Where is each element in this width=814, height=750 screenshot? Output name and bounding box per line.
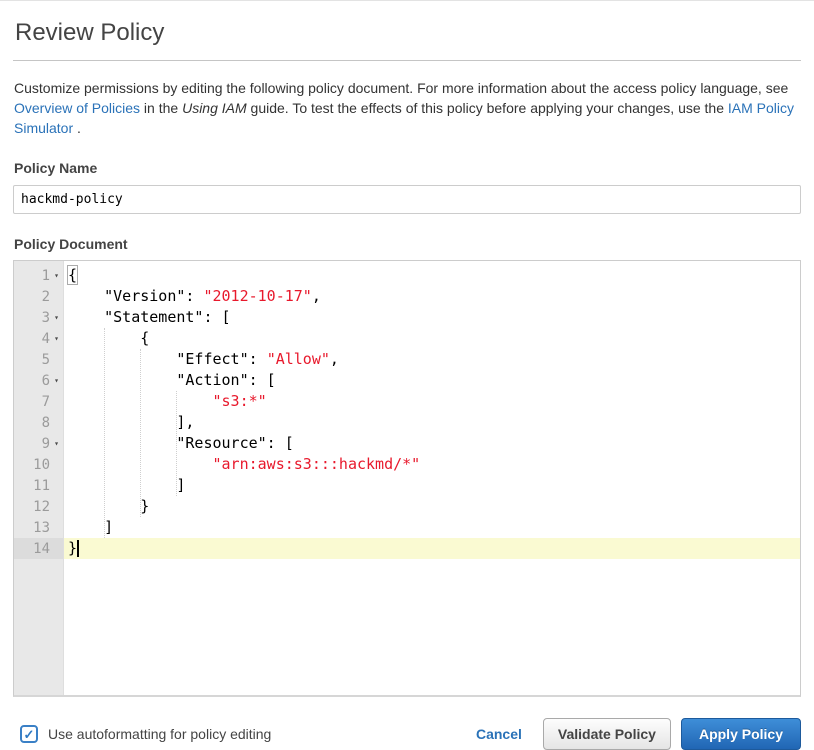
code-token: , — [330, 350, 339, 368]
autoformat-checkbox[interactable]: ✓ — [20, 725, 38, 743]
line-number: 1 — [42, 268, 50, 284]
code-token — [68, 455, 213, 473]
cancel-link[interactable]: Cancel — [476, 726, 522, 742]
gutter-line-number: 3▾ — [14, 307, 63, 328]
intro-part-4: . — [73, 120, 81, 136]
code-line: ] — [64, 475, 800, 496]
editor-gutter: 1▾23▾4▾56▾789▾1011121314 — [14, 261, 64, 695]
code-line: "s3:*" — [64, 391, 800, 412]
line-number: 9 — [42, 436, 50, 452]
intro-text: Customize permissions by editing the fol… — [14, 78, 801, 138]
code-token: } — [68, 539, 77, 557]
line-number: 14 — [33, 541, 50, 557]
policy-name-label: Policy Name — [14, 160, 801, 176]
code-token: ] — [68, 518, 113, 536]
policy-name-input[interactable] — [13, 185, 801, 214]
line-number: 10 — [33, 457, 50, 473]
code-string-token: "Allow" — [267, 350, 330, 368]
overview-of-policies-link[interactable]: Overview of Policies — [14, 100, 140, 116]
gutter-line-number: 7 — [14, 391, 63, 412]
line-number: 3 — [42, 310, 50, 326]
policy-document-label: Policy Document — [14, 236, 801, 252]
code-token: } — [68, 497, 149, 515]
gutter-line-number: 12 — [14, 496, 63, 517]
gutter-line-number: 5 — [14, 349, 63, 370]
line-number: 13 — [33, 520, 50, 536]
code-token — [68, 392, 213, 410]
line-number: 7 — [42, 394, 50, 410]
text-cursor — [77, 540, 79, 557]
code-string-token: "s3:*" — [213, 392, 267, 410]
code-token: "Version": — [68, 287, 203, 305]
gutter-line-number: 11 — [14, 475, 63, 496]
code-token: "Action": [ — [68, 371, 276, 389]
gutter-line-number: 9▾ — [14, 433, 63, 454]
code-line: "Action": [ — [64, 370, 800, 391]
gutter-line-number: 4▾ — [14, 328, 63, 349]
line-number: 2 — [42, 289, 50, 305]
fold-toggle-icon[interactable]: ▾ — [50, 370, 63, 391]
editor-code[interactable]: { "Version": "2012-10-17", "Statement": … — [64, 261, 800, 695]
line-number: 4 — [42, 331, 50, 347]
code-token: { — [68, 329, 149, 347]
fold-toggle-icon[interactable]: ▾ — [50, 307, 63, 328]
code-line: "Resource": [ — [64, 433, 800, 454]
apply-policy-button[interactable]: Apply Policy — [681, 718, 801, 750]
code-token: { — [67, 265, 78, 285]
code-line: "arn:aws:s3:::hackmd/*" — [64, 454, 800, 475]
fold-toggle-icon[interactable]: ▾ — [50, 433, 63, 454]
code-line: "Version": "2012-10-17", — [64, 286, 800, 307]
line-number: 12 — [33, 499, 50, 515]
gutter-line-number: 2 — [14, 286, 63, 307]
fold-toggle-icon[interactable]: ▾ — [50, 265, 63, 286]
gutter-line-number: 13 — [14, 517, 63, 538]
title-divider — [13, 60, 801, 61]
line-number: 8 — [42, 415, 50, 431]
code-line: "Effect": "Allow", — [64, 349, 800, 370]
footer-actions: Cancel Validate Policy Apply Policy — [476, 718, 801, 750]
footer-bar: ✓ Use autoformatting for policy editing … — [13, 718, 801, 750]
code-line: ], — [64, 412, 800, 433]
code-line: { — [64, 265, 800, 286]
validate-policy-button[interactable]: Validate Policy — [543, 718, 671, 750]
code-line: } — [64, 496, 800, 517]
code-line: } — [64, 538, 800, 559]
code-token: ] — [68, 476, 185, 494]
intro-part-3: guide. To test the effects of this polic… — [247, 100, 728, 116]
autoformat-checkbox-wrap[interactable]: ✓ Use autoformatting for policy editing — [20, 725, 271, 743]
code-string-token: "arn:aws:s3:::hackmd/*" — [213, 455, 421, 473]
policy-document-editor[interactable]: 1▾23▾4▾56▾789▾1011121314 { "Version": "2… — [13, 260, 801, 697]
code-token: "Resource": [ — [68, 434, 294, 452]
code-line: "Statement": [ — [64, 307, 800, 328]
page-title: Review Policy — [15, 19, 801, 60]
code-line: ] — [64, 517, 800, 538]
code-token: "Statement": [ — [68, 308, 231, 326]
gutter-line-number: 14 — [14, 538, 63, 559]
gutter-line-number: 10 — [14, 454, 63, 475]
intro-part-1: Customize permissions by editing the fol… — [14, 80, 788, 96]
code-token: "Effect": — [68, 350, 267, 368]
line-number: 11 — [33, 478, 50, 494]
intro-part-2: in the — [140, 100, 182, 116]
gutter-line-number: 8 — [14, 412, 63, 433]
autoformat-checkbox-label: Use autoformatting for policy editing — [48, 726, 271, 742]
gutter-line-number: 1▾ — [14, 265, 63, 286]
line-number: 6 — [42, 373, 50, 389]
checkmark-icon: ✓ — [24, 728, 35, 741]
fold-toggle-icon[interactable]: ▾ — [50, 328, 63, 349]
code-token: , — [312, 287, 321, 305]
review-policy-page: Review Policy Customize permissions by e… — [0, 1, 814, 750]
code-token: ], — [68, 413, 194, 431]
gutter-line-number: 6▾ — [14, 370, 63, 391]
code-line: { — [64, 328, 800, 349]
code-string-token: "2012-10-17" — [203, 287, 311, 305]
using-iam-guide-name: Using IAM — [182, 100, 247, 116]
line-number: 5 — [42, 352, 50, 368]
